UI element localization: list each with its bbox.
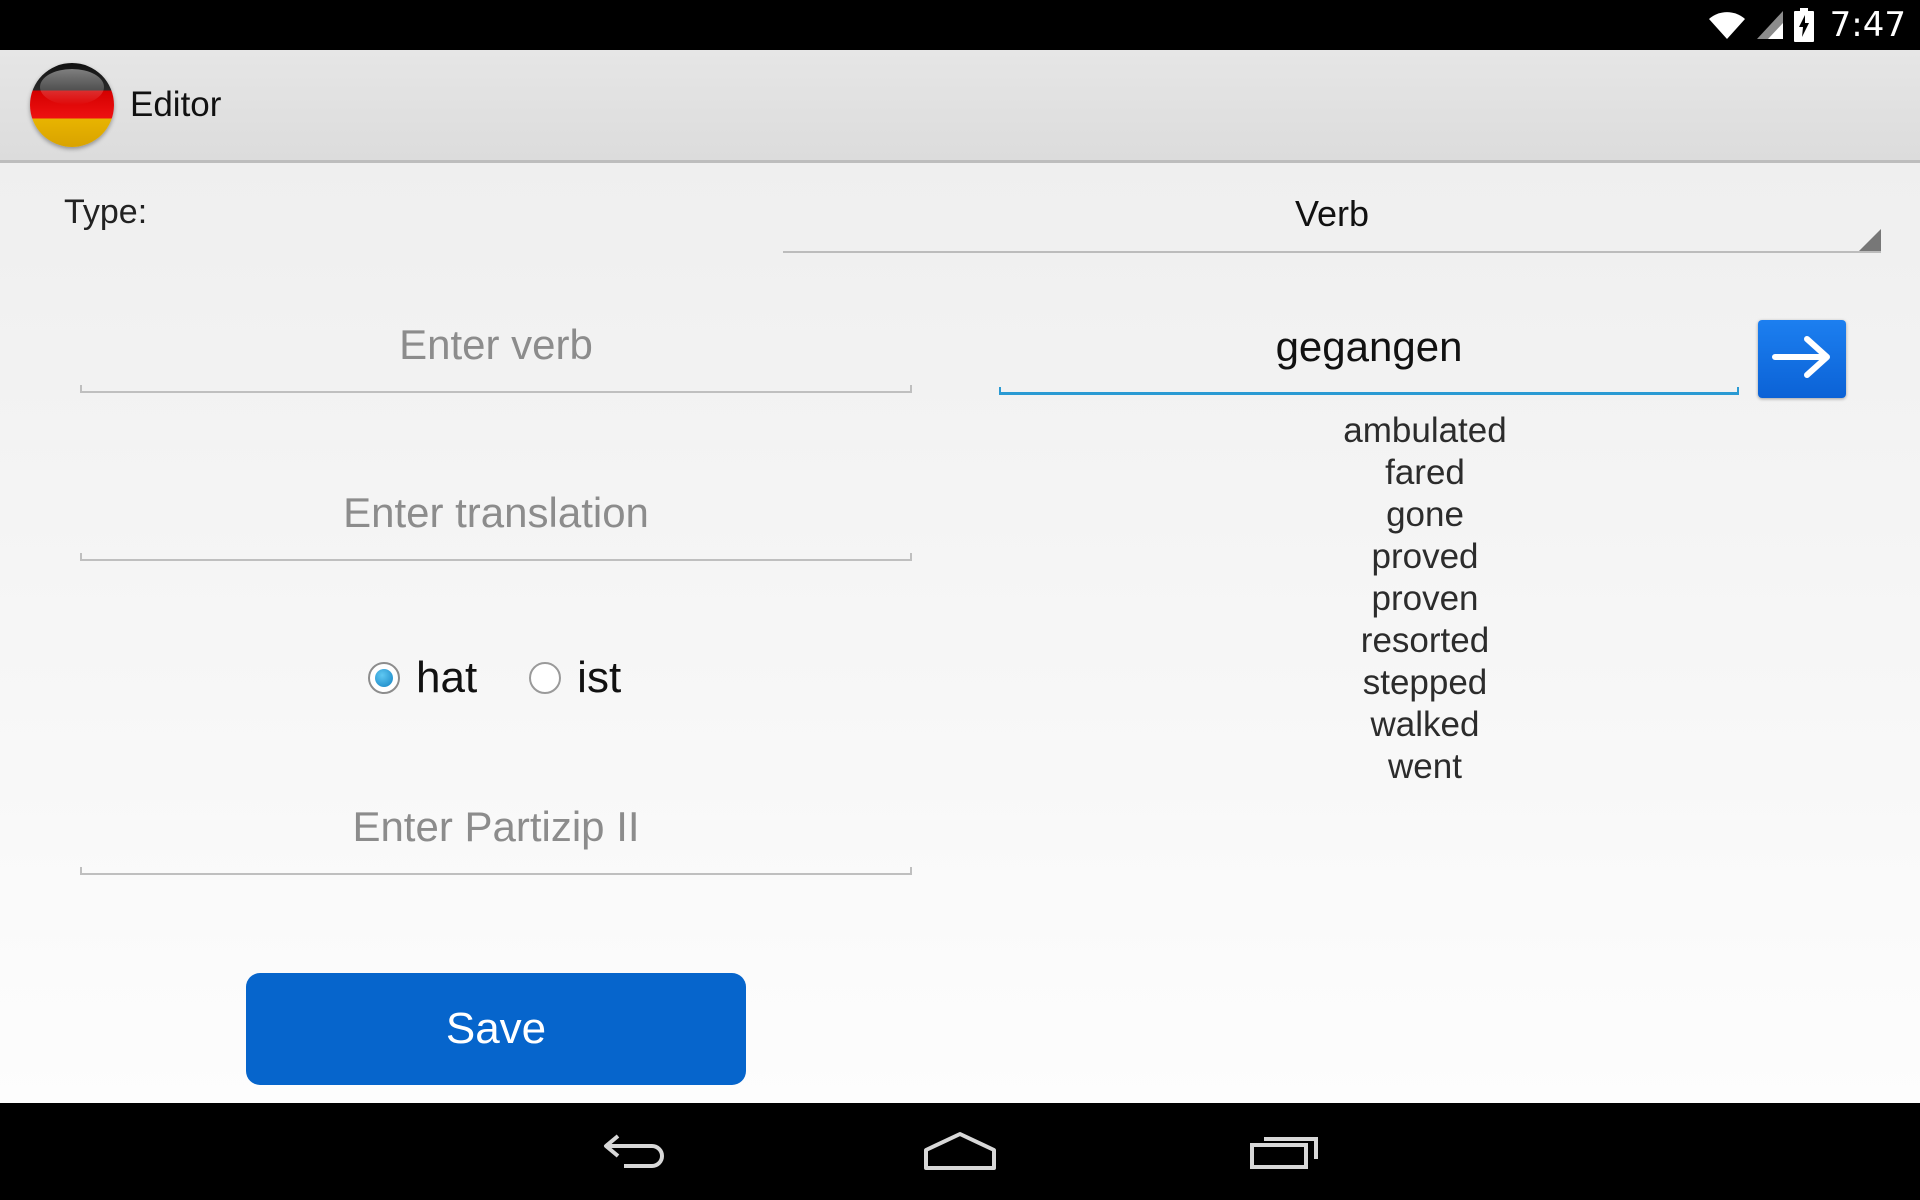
arrow-right-icon — [1771, 334, 1833, 385]
action-bar: Editor — [0, 50, 1920, 163]
radio-ist-circle[interactable] — [529, 662, 562, 694]
type-spinner[interactable]: Verb — [783, 183, 1881, 253]
suggestion-list: ambulated fared gone proved proven resor… — [1225, 410, 1625, 788]
wifi-icon — [1708, 10, 1746, 40]
home-button[interactable] — [915, 1123, 1005, 1181]
type-label: Type: — [64, 193, 148, 231]
radio-ist[interactable]: ist — [529, 653, 621, 703]
partizip-field — [80, 795, 912, 875]
auxiliary-radio-group: hat ist — [368, 653, 673, 703]
translation-underline — [80, 553, 912, 561]
suggestion-item[interactable]: stepped — [1225, 662, 1625, 704]
type-spinner-value: Verb — [1294, 193, 1370, 234]
recents-icon — [1248, 1129, 1322, 1176]
translation-input[interactable] — [80, 481, 912, 545]
suggestion-item[interactable]: fared — [1225, 452, 1625, 494]
page-title: Editor — [130, 85, 222, 124]
lookup-input[interactable] — [999, 315, 1739, 379]
status-icons: 7:47 — [1708, 0, 1920, 50]
radio-hat-circle[interactable] — [368, 662, 400, 694]
back-button[interactable] — [590, 1123, 680, 1181]
translation-field — [80, 481, 912, 561]
suggestion-item[interactable]: proven — [1225, 578, 1625, 620]
partizip-underline — [80, 867, 912, 875]
save-button[interactable]: Save — [246, 973, 746, 1085]
recents-button[interactable] — [1240, 1123, 1330, 1181]
home-icon — [922, 1128, 998, 1177]
partizip-input[interactable] — [80, 795, 912, 859]
back-icon — [600, 1130, 670, 1175]
suggestion-item[interactable]: proved — [1225, 536, 1625, 578]
status-bar: 7:47 — [0, 0, 1920, 50]
radio-ist-label[interactable]: ist — [577, 653, 621, 703]
battery-charging-icon — [1793, 8, 1814, 42]
radio-hat-label[interactable]: hat — [416, 653, 477, 703]
lookup-field — [999, 315, 1739, 395]
cell-signal-icon — [1756, 10, 1784, 40]
germany-flag-icon[interactable] — [30, 63, 114, 147]
editor-content: Type: Verb hat ist — [0, 163, 1920, 1103]
suggestion-item[interactable]: ambulated — [1225, 410, 1625, 452]
verb-input[interactable] — [80, 313, 912, 377]
suggestion-item[interactable]: gone — [1225, 494, 1625, 536]
clock: 7:47 — [1829, 5, 1906, 45]
verb-underline — [80, 385, 912, 393]
radio-hat[interactable]: hat — [368, 653, 477, 703]
navigation-bar — [0, 1103, 1920, 1200]
suggestion-item[interactable]: resorted — [1225, 620, 1625, 662]
lookup-underline — [999, 387, 1739, 395]
suggestion-item[interactable]: went — [1225, 746, 1625, 788]
verb-field — [80, 313, 912, 393]
lookup-go-button[interactable] — [1758, 320, 1846, 398]
suggestion-item[interactable]: walked — [1225, 704, 1625, 746]
spinner-arrow-icon — [1859, 229, 1881, 251]
